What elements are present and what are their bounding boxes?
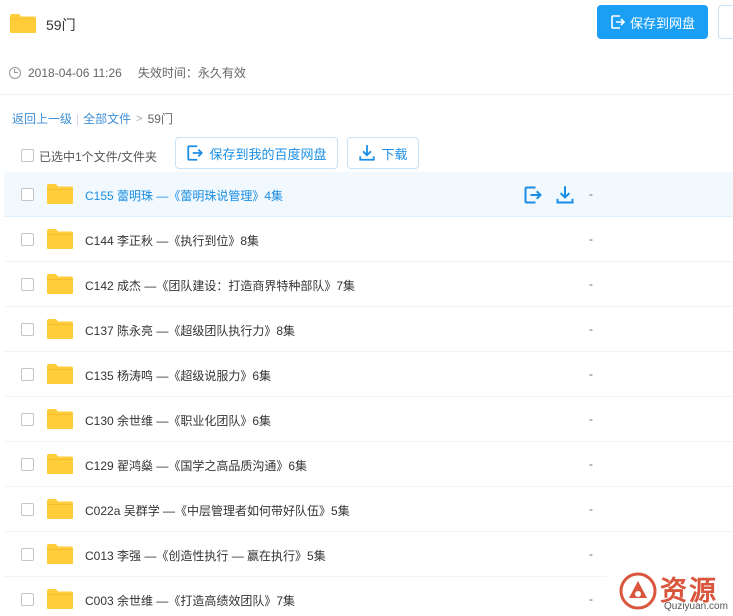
file-size: - (589, 502, 593, 516)
download-button[interactable]: 下载 (347, 137, 419, 169)
row-checkbox[interactable] (21, 458, 34, 471)
folder-icon (47, 364, 73, 384)
save-row-icon[interactable] (523, 185, 543, 205)
share-meta: 2018-04-06 11:26 失效时间：永久有效 (9, 64, 246, 81)
breadcrumb-separator: | (76, 111, 80, 126)
file-name[interactable]: C135 杨涛鸣 —《超级说服力》6集 (85, 367, 271, 384)
folder-icon (47, 454, 73, 474)
row-checkbox[interactable] (21, 413, 34, 426)
file-size: - (589, 277, 593, 291)
folder-icon (47, 319, 73, 339)
row-checkbox[interactable] (21, 278, 34, 291)
file-row[interactable]: C135 杨涛鸣 —《超级说服力》6集 - (4, 352, 733, 397)
folder-icon (47, 409, 73, 429)
created-time: 2018-04-06 11:26 (28, 65, 122, 80)
folder-icon (47, 229, 73, 249)
download-label: 下载 (381, 146, 408, 162)
breadcrumb-back-link[interactable]: 返回上一级 (12, 110, 72, 127)
row-checkbox[interactable] (21, 593, 34, 606)
save-to-netdisk-button[interactable]: 保存到网盘 (597, 5, 708, 39)
file-row[interactable]: C144 李正秋 —《执行到位》8集 - (4, 217, 733, 262)
folder-icon (10, 14, 36, 33)
file-name[interactable]: C130 余世维 —《职业化团队》6集 (85, 412, 271, 429)
breadcrumb-all-files-link[interactable]: 全部文件 (83, 110, 131, 127)
file-row[interactable]: C137 陈永亮 —《超级团队执行力》8集 - (4, 307, 733, 352)
file-size: - (589, 232, 593, 246)
expire-time: 失效时间：永久有效 (137, 66, 246, 80)
file-name[interactable]: C137 陈永亮 —《超级团队执行力》8集 (85, 322, 295, 339)
save-to-netdisk-label: 保存到网盘 (629, 15, 695, 31)
file-name[interactable]: C129 翟鸿燊 —《国学之高品质沟通》6集 (85, 457, 307, 474)
file-name[interactable]: C144 李正秋 —《执行到位》8集 (85, 232, 259, 249)
save-icon (611, 15, 626, 29)
file-size: - (589, 592, 593, 606)
row-checkbox[interactable] (21, 548, 34, 561)
breadcrumb: 返回上一级 | 全部文件 > 59门 (12, 110, 173, 127)
file-row[interactable]: C155 蕾明珠 —《蕾明珠说管理》4集 - (4, 172, 733, 217)
file-size: - (589, 547, 593, 561)
watermark-logo-icon (619, 572, 657, 610)
file-size: - (589, 412, 593, 426)
watermark: 资源 Quziyuan.com (606, 566, 733, 616)
file-size: - (589, 322, 593, 336)
download-icon (359, 145, 376, 161)
folder-icon (47, 184, 73, 204)
file-row[interactable]: C129 翟鸿燊 —《国学之高品质沟通》6集 - (4, 442, 733, 487)
file-row[interactable]: C130 余世维 —《职业化团队》6集 - (4, 397, 733, 442)
folder-icon (47, 544, 73, 564)
file-size: - (589, 367, 593, 381)
more-button[interactable] (718, 5, 733, 39)
row-checkbox[interactable] (21, 503, 34, 516)
row-checkbox[interactable] (21, 368, 34, 381)
save-icon (187, 145, 204, 161)
save-to-baidu-label: 保存到我的百度网盘 (209, 146, 327, 162)
folder-icon (47, 589, 73, 609)
file-row[interactable]: C022a 吴群学 —《中层管理者如何带好队伍》5集 - (4, 487, 733, 532)
row-checkbox[interactable] (21, 233, 34, 246)
file-name[interactable]: C003 余世维 —《打造高绩效团队》7集 (85, 592, 295, 609)
select-all-checkbox[interactable] (21, 149, 34, 162)
file-name[interactable]: C142 成杰 —《团队建设：打造商界特种部队》7集 (85, 277, 355, 294)
folder-icon (47, 499, 73, 519)
row-checkbox[interactable] (21, 323, 34, 336)
file-size: - (589, 187, 593, 201)
clock-icon (9, 66, 21, 79)
file-row[interactable]: C142 成杰 —《团队建设：打造商界特种部队》7集 - (4, 262, 733, 307)
folder-icon (47, 274, 73, 294)
file-size: - (589, 457, 593, 471)
file-toolbar: 已选中1个文件/文件夹 保存到我的百度网盘 下载 (0, 137, 733, 171)
breadcrumb-arrow: > (136, 112, 143, 125)
save-to-baidu-button[interactable]: 保存到我的百度网盘 (175, 137, 338, 169)
file-name[interactable]: C013 李强 —《创造性执行 — 赢在执行》5集 (85, 547, 326, 564)
header: 59门 保存到网盘 (0, 0, 733, 48)
download-row-icon[interactable] (555, 185, 575, 205)
file-name[interactable]: C155 蕾明珠 —《蕾明珠说管理》4集 (85, 187, 283, 204)
divider (0, 94, 733, 95)
page-title: 59门 (46, 17, 76, 33)
file-name[interactable]: C022a 吴群学 —《中层管理者如何带好队伍》5集 (85, 502, 350, 519)
row-checkbox[interactable] (21, 188, 34, 201)
breadcrumb-current: 59门 (147, 112, 173, 126)
selection-count: 已选中1个文件/文件夹 (39, 150, 158, 164)
watermark-url: Quziyuan.com (664, 601, 728, 612)
